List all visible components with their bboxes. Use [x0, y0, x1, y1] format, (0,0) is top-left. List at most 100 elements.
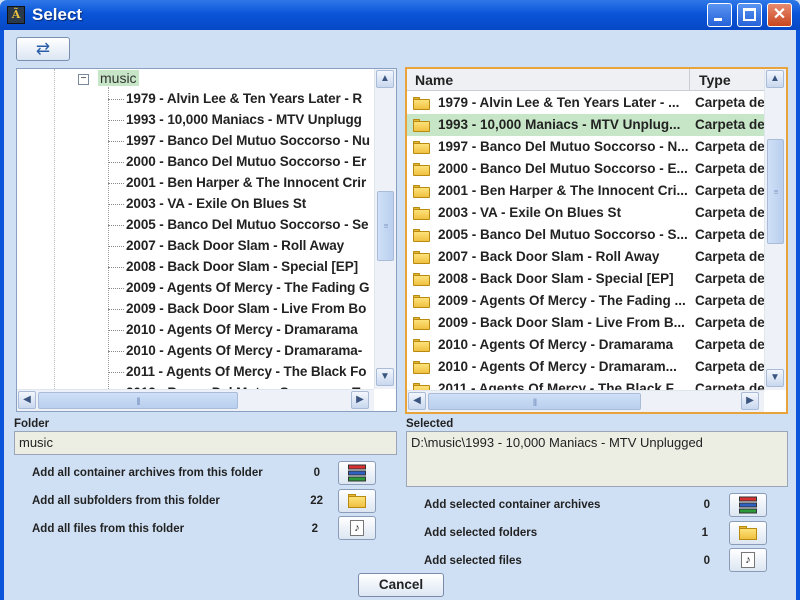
list-item[interactable]: 2001 - Ben Harper & The Innocent Cri... C…: [407, 180, 765, 202]
folder-field[interactable]: music: [14, 431, 397, 455]
list-horizontal-scrollbar[interactable]: ◀ ||| ▶: [407, 390, 764, 412]
list-item-name: 2007 - Back Door Slam - Roll Away: [438, 249, 660, 264]
list-item[interactable]: 2010 - Agents Of Mercy - Dramaram... Carp…: [407, 356, 765, 378]
scroll-up-button[interactable]: ▲: [376, 70, 394, 88]
tree-item[interactable]: 2009 - Agents Of Mercy - The Fading G: [17, 278, 373, 299]
column-header-type[interactable]: Type: [691, 69, 765, 91]
scroll-thumb[interactable]: ≡: [767, 139, 784, 244]
folder-icon: [413, 207, 430, 220]
tree-item[interactable]: 1979 - Alvin Lee & Ten Years Later - R: [17, 89, 373, 110]
list-item-type: Carpeta de: [695, 139, 765, 154]
list-item[interactable]: 2007 - Back Door Slam - Roll Away Carpeta…: [407, 246, 765, 268]
list-vertical-scrollbar[interactable]: ▲ ≡ ▼: [764, 69, 786, 390]
tree-item[interactable]: 1997 - Banco Del Mutuo Soccorso - Nu: [17, 131, 373, 152]
add-selected-archives-label: Add selected container archives: [424, 499, 601, 511]
grip-icon: ≡: [383, 221, 389, 231]
scroll-right-button[interactable]: ▶: [351, 391, 369, 409]
folder-tree[interactable]: − music 1979 - Alvin Lee & Ten Years Lat…: [16, 68, 397, 412]
list-item-name: 2008 - Back Door Slam - Special [EP]: [438, 271, 674, 286]
list-item-name: 2005 - Banco Del Mutuo Soccorso - S...: [438, 227, 688, 242]
tree-item-label: 2008 - Back Door Slam - Special [EP]: [126, 259, 358, 274]
tree-item-label: 2010 - Agents Of Mercy - Dramarama-: [126, 343, 363, 358]
scroll-left-button[interactable]: ◀: [18, 391, 36, 409]
tree-item-label: 2011 - Agents Of Mercy - The Black Fo: [126, 364, 367, 379]
archive-books-icon: [348, 464, 366, 482]
tree-item[interactable]: 2009 - Back Door Slam - Live From Bo: [17, 299, 373, 320]
folder-icon: [413, 185, 430, 198]
tree-item[interactable]: 2001 - Ben Harper & The Innocent Crir: [17, 173, 373, 194]
minimize-button[interactable]: [707, 3, 732, 27]
add-all-archives-button[interactable]: [338, 461, 376, 485]
folder-icon: [413, 163, 430, 176]
add-files-label: Add all files from this folder: [32, 523, 185, 535]
selected-path-field[interactable]: D:\music\1993 - 10,000 Maniacs - MTV Unp…: [406, 431, 788, 487]
tree-item[interactable]: 1993 - 10,000 Maniacs - MTV Unplugg: [17, 110, 373, 131]
list-item-type: Carpeta de: [695, 337, 765, 352]
list-item[interactable]: 2010 - Agents Of Mercy - Dramarama Carpet…: [407, 334, 765, 356]
tree-connector: [108, 99, 124, 100]
maximize-button[interactable]: [737, 3, 762, 27]
tree-item[interactable]: 2005 - Banco Del Mutuo Soccorso - Se: [17, 215, 373, 236]
add-all-subfolders-button[interactable]: [338, 489, 376, 513]
tree-item-label: 2000 - Banco Del Mutuo Soccorso - Er: [126, 154, 367, 169]
folder-icon: [413, 339, 430, 352]
list-item[interactable]: 1997 - Banco Del Mutuo Soccorso - N... Ca…: [407, 136, 765, 158]
scroll-left-button[interactable]: ◀: [408, 392, 426, 410]
list-item-type: Carpeta de: [695, 249, 765, 264]
tree-connector: [108, 246, 124, 247]
file-list[interactable]: Name Type 1979 - Alvin Lee & Ten Years L…: [405, 67, 788, 414]
collapse-toggle-icon[interactable]: −: [78, 74, 89, 85]
tree-connector: [108, 183, 124, 184]
tree-item[interactable]: 2007 - Back Door Slam - Roll Away: [17, 236, 373, 257]
tree-item[interactable]: 2003 - VA - Exile On Blues St: [17, 194, 373, 215]
tree-connector: [108, 141, 124, 142]
tree-vertical-scrollbar[interactable]: ▲ ≡ ▼: [374, 69, 396, 389]
refresh-button[interactable]: ⇄: [16, 37, 70, 61]
close-button[interactable]: ✕: [767, 3, 792, 27]
add-selected-archives-button[interactable]: [729, 493, 767, 517]
scroll-down-button[interactable]: ▼: [766, 369, 784, 387]
list-item-type: Carpeta de: [695, 293, 765, 308]
list-item[interactable]: 2009 - Back Door Slam - Live From B... Ca…: [407, 312, 765, 334]
scroll-thumb[interactable]: ≡: [377, 191, 394, 261]
scroll-down-button[interactable]: ▼: [376, 368, 394, 386]
tree-item[interactable]: 2010 - Agents Of Mercy - Dramarama: [17, 320, 373, 341]
tree-item[interactable]: 2011 - Agents Of Mercy - The Black Fo: [17, 362, 373, 383]
selected-label: Selected: [406, 418, 454, 430]
tree-connector: [108, 162, 124, 163]
list-item[interactable]: 2005 - Banco Del Mutuo Soccorso - S... Ca…: [407, 224, 765, 246]
add-selected-files-button[interactable]: ♪: [729, 548, 767, 572]
list-item-type: Carpeta de: [695, 315, 765, 330]
scroll-thumb[interactable]: |||: [38, 392, 238, 409]
list-item-type: Carpeta de: [695, 95, 765, 110]
tree-root-node[interactable]: − music: [17, 69, 373, 89]
folder-icon: [413, 317, 430, 330]
list-item-name: 2009 - Agents Of Mercy - The Fading ...: [438, 293, 686, 308]
tree-horizontal-scrollbar[interactable]: ◀ ||| ▶: [17, 389, 374, 411]
tree-item-label: 1993 - 10,000 Maniacs - MTV Unplugg: [126, 112, 362, 127]
tree-item[interactable]: 2000 - Banco Del Mutuo Soccorso - Er: [17, 152, 373, 173]
add-all-files-button[interactable]: ♪: [338, 516, 376, 540]
list-item[interactable]: 2003 - VA - Exile On Blues St Carpeta de: [407, 202, 765, 224]
scroll-right-button[interactable]: ▶: [741, 392, 759, 410]
list-item[interactable]: 2008 - Back Door Slam - Special [EP] Carp…: [407, 268, 765, 290]
tree-root-label[interactable]: music: [98, 70, 139, 86]
selected-archives-count: 0: [703, 499, 710, 511]
list-item-type: Carpeta de: [695, 117, 765, 132]
tree-rows: − music 1979 - Alvin Lee & Ten Years Lat…: [17, 69, 373, 389]
add-selected-files-label: Add selected files: [424, 555, 522, 567]
column-header-name[interactable]: Name: [407, 69, 690, 91]
list-item[interactable]: 1993 - 10,000 Maniacs - MTV Unplug... Car…: [407, 114, 765, 136]
scroll-thumb[interactable]: |||: [428, 393, 641, 410]
list-item[interactable]: 2000 - Banco Del Mutuo Soccorso - E... Ca…: [407, 158, 765, 180]
cancel-button[interactable]: Cancel: [358, 573, 444, 597]
tree-connector: [108, 267, 124, 268]
tree-item[interactable]: 2008 - Back Door Slam - Special [EP]: [17, 257, 373, 278]
list-item[interactable]: 1979 - Alvin Lee & Ten Years Later - ...…: [407, 92, 765, 114]
scroll-up-button[interactable]: ▲: [766, 70, 784, 88]
tree-item-label: 2009 - Back Door Slam - Live From Bo: [126, 301, 367, 316]
add-selected-folders-button[interactable]: [729, 521, 767, 545]
folder-icon: [413, 119, 430, 132]
tree-item[interactable]: 2010 - Agents Of Mercy - Dramarama-: [17, 341, 373, 362]
list-item[interactable]: 2009 - Agents Of Mercy - The Fading ... C…: [407, 290, 765, 312]
